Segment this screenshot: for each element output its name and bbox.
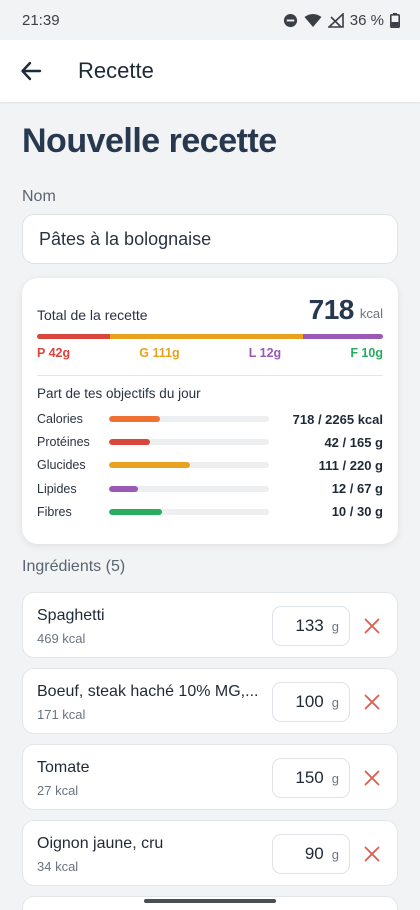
goal-name: Glucides [37, 458, 86, 473]
macro-label: F 10g [350, 346, 383, 360]
recipe-name-value: Pâtes à la bolognaise [39, 228, 212, 249]
quantity-unit: g [331, 770, 339, 786]
recipe-summary-card: Total de la recette 718 kcal P 42g G 111g… [22, 278, 398, 544]
home-indicator [144, 899, 276, 903]
quantity-input[interactable]: 133 g [272, 606, 350, 646]
goal-row: Calories 718 / 2265 kcal [37, 410, 383, 428]
close-icon [364, 846, 380, 862]
total-kcal: 718 [308, 294, 355, 325]
macro-labels: P 42g G 111g L 12g F 10g [37, 346, 383, 360]
cellular-signal-icon [327, 12, 344, 28]
arrow-back-icon [21, 61, 42, 81]
status-bar: 21:39 36 % [0, 0, 420, 40]
close-icon [364, 770, 380, 786]
goal-value: 718 / 2265 kcal [292, 411, 383, 427]
goal-progress-track [109, 439, 269, 446]
ingredient-card[interactable]: Tomate 27 kcal 150 g [22, 744, 398, 810]
goal-value: 12 / 67 g [331, 481, 383, 497]
divider [37, 375, 383, 376]
quantity-input[interactable]: 90 g [272, 834, 350, 874]
remove-ingredient-button[interactable] [359, 613, 385, 639]
total-value: 718 kcal [309, 294, 383, 326]
app-bar: Recette [0, 40, 420, 102]
name-label: Nom [22, 188, 56, 205]
quantity-value: 150 [295, 768, 324, 787]
quantity-input[interactable]: 150 g [272, 758, 350, 798]
close-icon [364, 694, 380, 710]
page-title: Nouvelle recette [22, 122, 277, 160]
macro-segment-l [303, 334, 349, 339]
status-icons: 36 % [283, 12, 400, 29]
goal-progress-fill [109, 462, 190, 469]
goal-value: 111 / 220 g [318, 457, 383, 473]
ingredient-name: Oignon jaune, cru [37, 835, 164, 852]
battery-icon [390, 12, 400, 28]
goal-value: 10 / 30 g [331, 504, 383, 520]
goal-value: 42 / 165 g [324, 434, 383, 450]
ingredient-card[interactable]: Spaghetti 469 kcal 133 g [22, 592, 398, 658]
quantity-unit: g [331, 618, 339, 634]
remove-ingredient-button[interactable] [359, 841, 385, 867]
macro-distribution-bar [37, 334, 383, 339]
total-unit: kcal [359, 306, 383, 321]
back-button[interactable] [0, 40, 62, 102]
quantity-value: 90 [304, 844, 324, 863]
ingredients-title: Ingrédients (5) [22, 558, 126, 575]
macro-label: L 12g [248, 346, 282, 360]
goal-name: Lipides [37, 481, 77, 496]
goal-progress-track [109, 508, 269, 515]
goal-progress-track [109, 416, 269, 422]
ingredient-card[interactable]: Oignon jaune, cru 34 kcal 90 g [22, 820, 398, 886]
quantity-unit: g [331, 846, 339, 862]
goal-name: Calories [37, 412, 83, 426]
macro-label: G 111g [139, 346, 180, 360]
goal-name: Protéines [37, 435, 90, 450]
ingredient-kcal: 27 kcal [37, 783, 79, 798]
status-time: 21:39 [22, 11, 60, 29]
app-bar-title: Recette [78, 58, 154, 83]
ingredient-kcal: 171 kcal [37, 707, 86, 722]
ingredient-kcal: 34 kcal [37, 859, 79, 874]
ingredient-name: Spaghetti [37, 607, 105, 624]
goal-row: Glucides 111 / 220 g [37, 456, 383, 474]
quantity-value: 133 [295, 616, 324, 635]
close-icon [364, 618, 380, 634]
remove-ingredient-button[interactable] [359, 765, 385, 791]
goal-progress-track [109, 485, 269, 492]
ingredient-card[interactable]: Boeuf, steak haché 10% MG,... 171 kcal 100… [22, 668, 398, 734]
total-row: Total de la recette 718 kcal [37, 292, 383, 326]
recipe-name-input[interactable]: Pâtes à la bolognaise [22, 214, 398, 264]
goals-title: Part de tes objectifs du jour [37, 386, 201, 401]
wifi-icon [304, 13, 322, 27]
goal-row: Fibres 10 / 30 g [37, 503, 383, 521]
goal-progress-fill [109, 416, 160, 422]
macro-segment-f [348, 334, 383, 339]
ingredient-name: Tomate [37, 759, 90, 776]
goal-row: Lipides 12 / 67 g [37, 480, 383, 498]
ingredient-name: Boeuf, steak haché 10% MG,... [37, 683, 259, 700]
goal-row: Protéines 42 / 165 g [37, 433, 383, 451]
goal-progress-fill [109, 485, 138, 492]
quantity-value: 100 [295, 692, 324, 711]
goal-progress-track [109, 462, 269, 469]
quantity-input[interactable]: 100 g [272, 682, 350, 722]
macro-label: P 42g [37, 346, 71, 360]
macro-segment-p [37, 334, 110, 339]
remove-ingredient-button[interactable] [359, 689, 385, 715]
quantity-unit: g [331, 694, 339, 710]
battery-percent: 36 % [349, 11, 384, 29]
ingredient-kcal: 469 kcal [37, 631, 86, 646]
goal-progress-fill [109, 508, 163, 515]
total-label: Total de la recette [37, 307, 148, 323]
macro-segment-g [109, 334, 304, 339]
goal-name: Fibres [37, 504, 72, 519]
do-not-disturb-icon [283, 13, 297, 27]
goal-progress-fill [109, 439, 150, 446]
